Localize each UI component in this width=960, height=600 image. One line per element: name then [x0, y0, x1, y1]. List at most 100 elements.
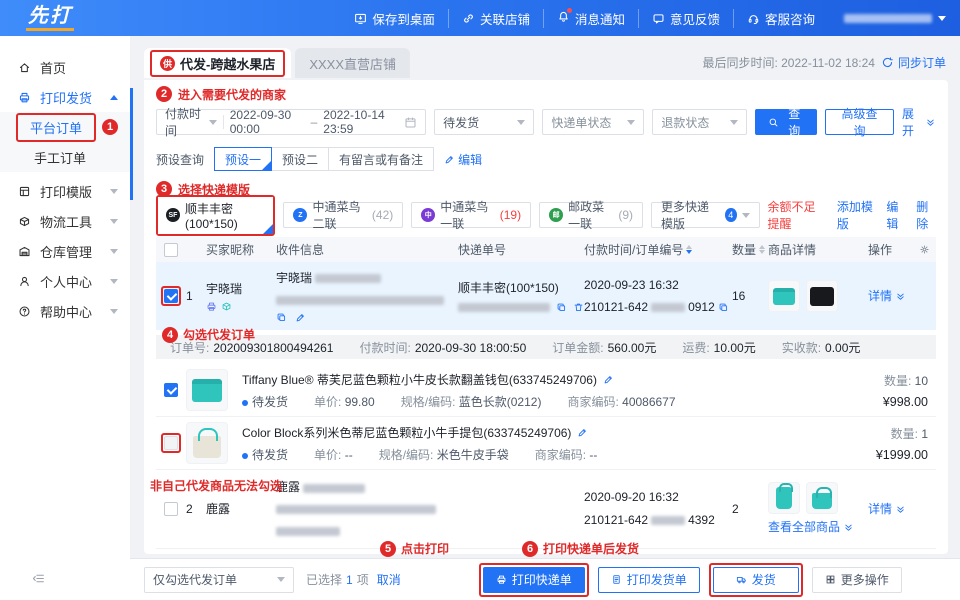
copy-icon[interactable]	[718, 302, 729, 313]
collapse-sidebar-button[interactable]	[32, 572, 45, 588]
date-from-value: 2022-09-30 00:00	[230, 108, 305, 136]
annotation-note-disabled: 非自己代发商品无法勾选	[150, 477, 282, 494]
chevron-up-icon	[110, 95, 118, 100]
product-thumb-tote[interactable]	[806, 482, 838, 514]
sidebar-item-platform-orders[interactable]: 平台订单 1	[0, 112, 130, 142]
copy-icon[interactable]	[556, 302, 567, 313]
username-redacted	[844, 14, 932, 23]
order-status-select[interactable]: 待发货	[434, 109, 534, 135]
selection-filter-select[interactable]: 仅勾选代发订单	[144, 567, 294, 593]
app-logo: 先打	[26, 5, 74, 31]
account-menu[interactable]	[828, 14, 946, 23]
add-template-link[interactable]: 添加模版	[837, 198, 877, 232]
product2-checkbox-disabled[interactable]	[164, 436, 178, 450]
waybill-cell: 顺丰丰密(100*150)	[458, 279, 584, 313]
sync-orders-button[interactable]: 同步订单	[881, 54, 946, 71]
template-zto-2-button[interactable]: Z 中通菜鸟二联 (42)	[283, 202, 403, 228]
orders-panel: 2 进入需要代发的商家 付款时间 2022-09-30 00:00 – 2022…	[144, 80, 948, 554]
product-thumb-black-bag[interactable]	[806, 280, 838, 312]
row1-checkbox[interactable]	[164, 289, 178, 303]
advanced-search-button[interactable]: 高级查询	[825, 109, 894, 135]
annotation-step-6: 6 打印快递单后发货	[522, 540, 639, 557]
ship-button[interactable]: 发货	[713, 567, 799, 593]
order-summary-bar: 订单号:202009301800494261 付款时间:2020-09-30 1…	[156, 335, 936, 359]
last-sync-time: 最后同步时间: 2022-11-02 18:24	[702, 54, 875, 71]
more-actions-button[interactable]: 更多操作	[812, 567, 902, 593]
col-paytime-order: 付款时间/订单编号	[584, 241, 732, 258]
pencil-icon[interactable]	[577, 427, 588, 438]
pencil-icon[interactable]	[603, 374, 614, 385]
trash-icon[interactable]	[573, 302, 584, 313]
top-header: 先打 保存到桌面 关联店铺 消息通知 意见反馈	[0, 0, 960, 36]
feedback-button[interactable]: 意见反馈	[638, 9, 733, 28]
preset-query-bar: 预设查询 预设一 预设二 有留言或有备注 编辑	[156, 147, 936, 171]
waybill-no-redacted	[458, 303, 550, 312]
sidebar-item-account-center[interactable]: 个人中心	[0, 266, 130, 296]
search-button[interactable]: 查询	[755, 109, 817, 135]
gear-icon[interactable]	[919, 244, 930, 255]
row1-detail-link[interactable]: 详情	[868, 287, 936, 306]
product1-image	[186, 369, 228, 411]
annotation-box-product2-checkbox	[161, 433, 181, 453]
sidebar-item-manual-orders[interactable]: 手工订单	[0, 142, 130, 172]
pencil-icon[interactable]	[295, 312, 306, 323]
expand-filters-link[interactable]: 展开	[902, 105, 936, 139]
sidebar-item-print-ship[interactable]: 打印发货	[0, 82, 130, 112]
row2-detail-link[interactable]: 详情	[868, 500, 936, 519]
customer-service-button[interactable]: 客服咨询	[733, 9, 828, 28]
print-invoice-button[interactable]: 打印发货单	[598, 567, 700, 593]
link-shops-button[interactable]: 关联店铺	[448, 9, 543, 28]
annotation-box-platform-orders: 平台订单	[16, 113, 96, 142]
product-row: 非自己代发商品无法勾选 Color Block系列米色蒂尼蓝色颗粒小牛手提包(6…	[156, 416, 936, 469]
sort-icon[interactable]	[686, 245, 692, 254]
address-redacted	[276, 527, 340, 536]
select-all-checkbox[interactable]	[164, 243, 178, 257]
refund-status-select[interactable]: 退款状态	[652, 109, 747, 135]
sort-icon[interactable]	[759, 245, 765, 254]
preset-remarks-button[interactable]: 有留言或有备注	[328, 147, 434, 171]
product1-checkbox[interactable]	[164, 383, 178, 397]
sidebar-item-logistics-tools[interactable]: 物流工具	[0, 206, 130, 236]
pay-time-range-filter[interactable]: 付款时间 2022-09-30 00:00 – 2022-10-14 23:59	[156, 109, 426, 135]
delete-template-link[interactable]: 删除	[916, 198, 936, 232]
printer-icon[interactable]	[206, 301, 217, 312]
sidebar-item-help-center[interactable]: 帮助中心	[0, 296, 130, 326]
col-recipient: 收件信息	[276, 241, 458, 258]
search-icon	[768, 117, 779, 128]
more-templates-select[interactable]: 更多快递模版 4	[651, 202, 759, 228]
sidebar-item-home[interactable]: 首页	[0, 52, 130, 82]
view-all-products-link[interactable]: 查看全部商品	[768, 518, 868, 537]
order-no-redacted	[651, 516, 685, 525]
notification-badge-dot	[567, 8, 572, 13]
product-thumb-wallet[interactable]	[768, 280, 800, 312]
print-express-button[interactable]: 打印快递单	[483, 567, 585, 593]
sidebar-item-print-templates[interactable]: 打印模版	[0, 176, 130, 206]
row2-checkbox[interactable]	[164, 502, 178, 516]
sidebar-item-warehouse[interactable]: 仓库管理	[0, 236, 130, 266]
annotation-step-5: 5 点击打印	[380, 540, 449, 557]
preset-two-button[interactable]: 预设二	[271, 147, 329, 171]
express-status-select[interactable]: 快递单状态	[542, 109, 644, 135]
edit-presets-link[interactable]: 编辑	[444, 151, 482, 168]
balance-alert-link[interactable]: 余额不足提醒	[768, 198, 827, 232]
double-chevron-down-icon	[895, 291, 906, 302]
preset-one-button[interactable]: 预设一	[214, 147, 272, 171]
user-icon	[18, 275, 31, 288]
cancel-selection-link[interactable]: 取消	[377, 571, 401, 588]
edit-template-link[interactable]: 编辑	[886, 198, 906, 232]
refresh-icon	[881, 56, 894, 69]
template-zto-1-button[interactable]: 中 中通菜鸟一联 (19)	[411, 202, 531, 228]
product-thumb-backpack[interactable]	[768, 482, 800, 514]
notifications-button[interactable]: 消息通知	[543, 9, 638, 28]
template-postal-button[interactable]: 邮 邮政菜一联 (9)	[539, 202, 643, 228]
copy-icon[interactable]	[276, 312, 287, 323]
scroll-accent-bar	[130, 88, 133, 200]
tab-direct-shop[interactable]: XXXX直营店铺	[295, 48, 410, 78]
save-to-desktop-button[interactable]: 保存到桌面	[341, 9, 448, 28]
template-sf-button[interactable]: SF 顺丰丰密(100*150)	[158, 197, 273, 234]
package-icon[interactable]	[221, 301, 232, 312]
col-products: 商品详情	[768, 241, 868, 258]
recipient-cell: 宇晓瑞	[276, 269, 458, 323]
tab-consign-shop[interactable]: 供 代发-跨越水果店	[144, 48, 291, 78]
headset-icon	[747, 12, 760, 25]
